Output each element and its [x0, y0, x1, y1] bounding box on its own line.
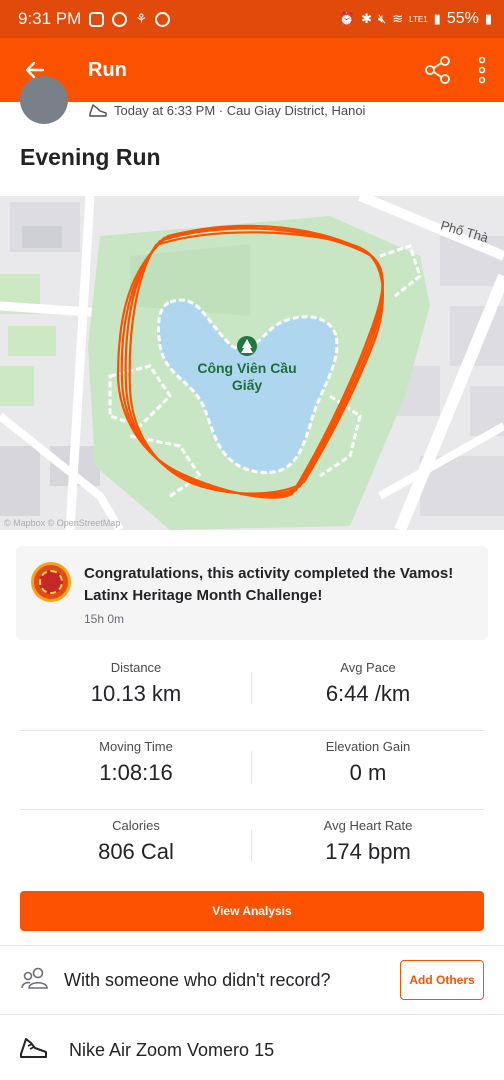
with-someone-row: With someone who didn't record? Add Othe… — [0, 946, 504, 1014]
park-label: Công Viên Cầu Giấy — [197, 360, 297, 393]
messenger-icon — [112, 11, 128, 27]
battery-percent: 55% — [446, 10, 479, 27]
messenger-icon-2 — [154, 11, 170, 27]
stat-elevation-gain: Elevation Gain 0 m — [252, 739, 484, 786]
stat-label: Avg Pace — [340, 660, 396, 675]
map-attribution: © Mapbox © OpenStreetMap — [4, 518, 121, 528]
gear-label: Nike Air Zoom Vomero 15 — [69, 1040, 275, 1060]
stat-label: Avg Heart Rate — [323, 818, 413, 833]
page-title: Run — [88, 58, 127, 81]
network-type: LTE1 — [409, 14, 428, 24]
more-options-button[interactable] — [460, 38, 504, 102]
stat-label: Moving Time — [99, 739, 173, 754]
stat-avg-pace: Avg Pace 6:44 /km — [252, 660, 484, 707]
notification-icon: ⚘ — [135, 11, 147, 26]
share-button[interactable] — [416, 38, 460, 102]
stat-value: 10.13 km — [90, 681, 182, 706]
status-bar: 9:31 PM ⚘ ⏰ ✱ 🔇︎ ≋ LTE1 ▮ 55% ▮ — [0, 0, 504, 38]
activity-meta-text: Today at 6:33 PM · Cau Giay District, Ha… — [114, 102, 366, 118]
more-vertical-icon — [478, 56, 486, 84]
group-icon — [21, 967, 48, 989]
athlete-avatar[interactable] — [20, 76, 68, 124]
stat-calories: Calories 806 Cal — [20, 818, 252, 865]
stats-grid: Distance 10.13 km Avg Pace 6:44 /km Movi… — [20, 652, 484, 889]
battery-icon: ▮ — [484, 11, 492, 26]
stat-label: Elevation Gain — [325, 739, 411, 754]
divider — [0, 1014, 504, 1015]
stat-avg-heart-rate: Avg Heart Rate 174 bpm — [252, 818, 484, 865]
shoe-icon — [20, 1038, 47, 1058]
instagram-icon — [89, 11, 105, 27]
app-bar: Run — [0, 38, 504, 102]
stat-row: Moving Time 1:08:16 Elevation Gain 0 m — [20, 731, 484, 810]
view-analysis-button[interactable]: View Analysis — [20, 891, 484, 931]
challenge-card[interactable]: Congratulations, this activity completed… — [16, 546, 488, 640]
activity-title: Evening Run — [20, 144, 161, 170]
stat-label: Distance — [110, 660, 162, 675]
gear-row[interactable]: Nike Air Zoom Vomero 15 — [0, 1016, 504, 1080]
share-icon — [425, 56, 450, 84]
stat-value: 174 bpm — [325, 839, 411, 864]
stat-label: Calories — [112, 818, 160, 833]
with-someone-label: With someone who didn't record? — [64, 970, 331, 990]
status-time: 9:31 PM — [18, 9, 82, 28]
activity-meta: Today at 6:33 PM · Cau Giay District, Ha… — [88, 102, 365, 118]
stat-moving-time: Moving Time 1:08:16 — [20, 739, 252, 786]
stat-distance: Distance 10.13 km — [20, 660, 252, 707]
mute-icon: 🔇︎ — [378, 11, 387, 26]
stat-row: Distance 10.13 km Avg Pace 6:44 /km — [20, 652, 484, 731]
stat-value: 1:08:16 — [99, 760, 173, 785]
running-shoe-icon — [89, 104, 107, 117]
challenge-badge-icon — [31, 562, 71, 602]
wifi-icon: ≋ — [392, 11, 404, 26]
stat-value: 0 m — [349, 760, 387, 785]
stat-value: 6:44 /km — [325, 681, 411, 706]
challenge-text: Congratulations, this activity completed… — [84, 565, 454, 604]
stat-value: 806 Cal — [98, 839, 174, 864]
challenge-time: 15h 0m — [84, 612, 125, 626]
alarm-icon: ⏰ — [338, 11, 356, 26]
stat-row: Calories 806 Cal Avg Heart Rate 174 bpm — [20, 810, 484, 889]
bluetooth-icon: ✱ — [361, 11, 373, 26]
add-others-button[interactable]: Add Others — [400, 960, 484, 1000]
route-map[interactable]: Công Viên Cầu Giấy Phố Thà © Mapbox © Op… — [0, 196, 504, 530]
signal-icon: ▮ — [433, 11, 441, 26]
